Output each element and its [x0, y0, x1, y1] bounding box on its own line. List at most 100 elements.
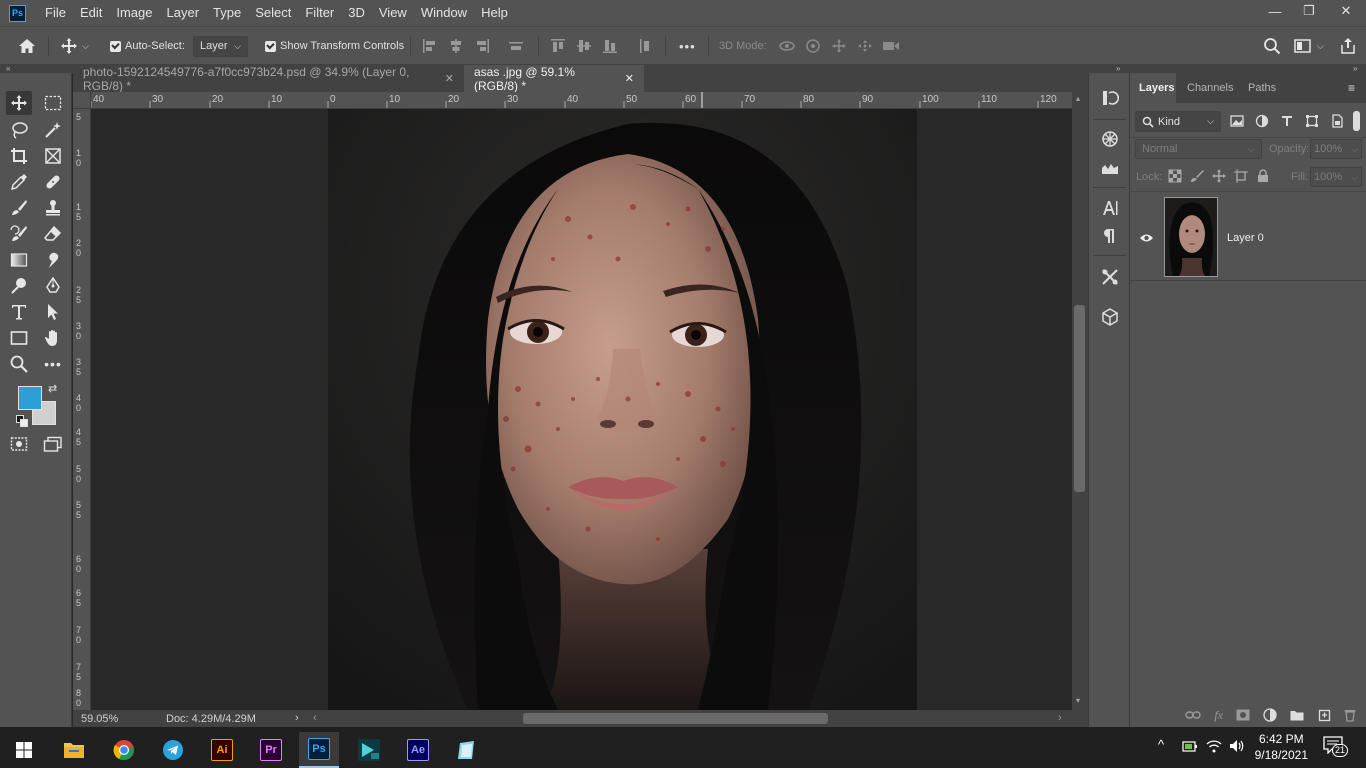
- menu-type[interactable]: Type: [206, 0, 248, 26]
- collapse-left-icon[interactable]: «: [6, 64, 10, 73]
- taskbar-illustrator[interactable]: Ai: [202, 732, 242, 768]
- minimize-button[interactable]: —: [1258, 0, 1292, 22]
- lock-image-icon[interactable]: [1190, 169, 1204, 183]
- lasso-tool[interactable]: [6, 118, 32, 142]
- type-tool[interactable]: [6, 300, 32, 324]
- close-icon[interactable]: ✕: [445, 72, 454, 85]
- more-options-button[interactable]: •••: [679, 27, 696, 65]
- close-icon[interactable]: ✕: [625, 72, 634, 85]
- screen-mode-button[interactable]: [40, 432, 66, 456]
- layer-filter-dropdown[interactable]: Kind ⌵: [1135, 111, 1221, 132]
- canvas-area[interactable]: [91, 109, 1072, 710]
- zoom-tool[interactable]: [6, 352, 32, 376]
- restore-button[interactable]: ❐: [1292, 0, 1326, 22]
- vertical-scroll-thumb[interactable]: [1074, 305, 1085, 492]
- foreground-color-swatch[interactable]: [18, 386, 42, 410]
- brush-tool[interactable]: [6, 196, 32, 220]
- fill-field[interactable]: 100% ⌵: [1310, 167, 1362, 187]
- home-button[interactable]: [18, 27, 36, 65]
- show-transform-checkbox[interactable]: Show Transform Controls: [265, 27, 404, 65]
- link-layers-icon[interactable]: [1185, 709, 1202, 721]
- notification-center-button[interactable]: 21: [1323, 736, 1349, 757]
- edit-toolbar-button[interactable]: •••: [40, 352, 66, 376]
- move-tool-preset[interactable]: ⌵: [60, 27, 89, 65]
- 3d-pan-icon[interactable]: [830, 38, 848, 54]
- taskbar-photoshop[interactable]: Ps: [299, 732, 339, 768]
- tab-channels[interactable]: Channels: [1178, 73, 1242, 103]
- collapse-panels-icon[interactable]: »: [1353, 64, 1357, 73]
- layer-name[interactable]: Layer 0: [1227, 232, 1264, 244]
- panel-menu-icon[interactable]: ≡: [1348, 81, 1355, 95]
- taskbar-media-encoder[interactable]: [349, 732, 389, 768]
- adjustments-panel-button[interactable]: [1099, 157, 1121, 179]
- tab-asas-jpg[interactable]: asas .jpg @ 59.1% (RGB/8) * ✕: [464, 65, 644, 93]
- filter-type-icon[interactable]: [1280, 114, 1294, 128]
- move-tool[interactable]: [6, 91, 32, 115]
- smudge-tool[interactable]: [40, 248, 66, 272]
- taskbar-notepad[interactable]: [447, 732, 487, 768]
- zoom-level[interactable]: 59.05%: [81, 713, 118, 725]
- horizontal-scroll-thumb[interactable]: [523, 713, 828, 724]
- menu-select[interactable]: Select: [248, 0, 298, 26]
- rectangle-tool[interactable]: [6, 326, 32, 350]
- eyedropper-tool[interactable]: [6, 170, 32, 194]
- new-layer-icon[interactable]: [1317, 708, 1331, 722]
- filter-shape-icon[interactable]: [1305, 114, 1319, 128]
- hand-tool[interactable]: [40, 326, 66, 350]
- distribute-button[interactable]: [508, 27, 524, 65]
- 3d-roll-icon[interactable]: [804, 38, 822, 54]
- tool-presets-button[interactable]: [1099, 266, 1121, 288]
- menu-window[interactable]: Window: [414, 0, 474, 26]
- 3d-panel-button[interactable]: [1099, 306, 1121, 328]
- history-panel-button[interactable]: [1099, 87, 1121, 109]
- start-button[interactable]: [4, 732, 44, 768]
- auto-select-checkbox[interactable]: Auto-Select:: [110, 27, 185, 65]
- wifi-icon[interactable]: [1206, 739, 1222, 753]
- scroll-left-icon[interactable]: ‹: [313, 712, 317, 724]
- lock-all-icon[interactable]: [1256, 169, 1270, 183]
- add-mask-icon[interactable]: [1236, 709, 1250, 721]
- tab-photo-psd[interactable]: photo-1592124549776-a7f0cc973b24.psd @ 3…: [73, 65, 464, 93]
- paragraph-panel-button[interactable]: [1099, 225, 1121, 247]
- dodge-tool[interactable]: [6, 274, 32, 298]
- clone-stamp-tool[interactable]: [40, 196, 66, 220]
- taskbar-clock[interactable]: 6:42 PM 9/18/2021: [1255, 731, 1308, 763]
- filter-smart-object-icon[interactable]: [1330, 114, 1344, 128]
- taskbar-premiere[interactable]: Pr: [251, 732, 291, 768]
- gradient-tool[interactable]: [6, 248, 32, 272]
- history-brush-tool[interactable]: [6, 222, 32, 246]
- blend-mode-dropdown[interactable]: Normal ⌵: [1135, 139, 1262, 159]
- lock-artboard-icon[interactable]: [1234, 169, 1248, 183]
- collapse-mini-icon[interactable]: »: [1116, 64, 1120, 73]
- volume-icon[interactable]: [1229, 739, 1245, 753]
- menu-3d[interactable]: 3D: [341, 0, 372, 26]
- quick-mask-button[interactable]: [6, 432, 32, 456]
- default-colors-icon[interactable]: [16, 415, 28, 427]
- opacity-field[interactable]: 100% ⌵: [1310, 139, 1362, 159]
- distribute-vertical-button[interactable]: [637, 27, 653, 65]
- character-panel-button[interactable]: [1099, 197, 1121, 219]
- scroll-right-icon[interactable]: ›: [1058, 712, 1062, 724]
- menu-filter[interactable]: Filter: [298, 0, 341, 26]
- visibility-eye-icon[interactable]: [1139, 233, 1154, 243]
- taskbar-telegram[interactable]: [153, 732, 193, 768]
- status-menu-icon[interactable]: ›: [295, 712, 299, 724]
- 3d-orbit-icon[interactable]: [778, 38, 796, 54]
- menu-layer[interactable]: Layer: [160, 0, 207, 26]
- align-center-icon[interactable]: [448, 38, 464, 54]
- tab-paths[interactable]: Paths: [1239, 73, 1285, 103]
- lock-position-icon[interactable]: [1212, 169, 1226, 183]
- filter-toggle[interactable]: [1353, 111, 1360, 131]
- tab-layers[interactable]: Layers: [1130, 73, 1176, 103]
- align-top-icon[interactable]: [550, 38, 566, 54]
- scroll-up-icon[interactable]: ▴: [1076, 94, 1080, 103]
- menu-file[interactable]: File: [38, 0, 73, 26]
- close-button[interactable]: ✕: [1326, 0, 1366, 22]
- delete-layer-icon[interactable]: [1344, 708, 1356, 722]
- color-panel-button[interactable]: [1099, 128, 1121, 150]
- taskbar-after-effects[interactable]: Ae: [398, 732, 438, 768]
- align-bottom-icon[interactable]: [602, 38, 618, 54]
- frame-tool[interactable]: [40, 144, 66, 168]
- menu-help[interactable]: Help: [474, 0, 515, 26]
- 3d-camera-icon[interactable]: [882, 38, 900, 54]
